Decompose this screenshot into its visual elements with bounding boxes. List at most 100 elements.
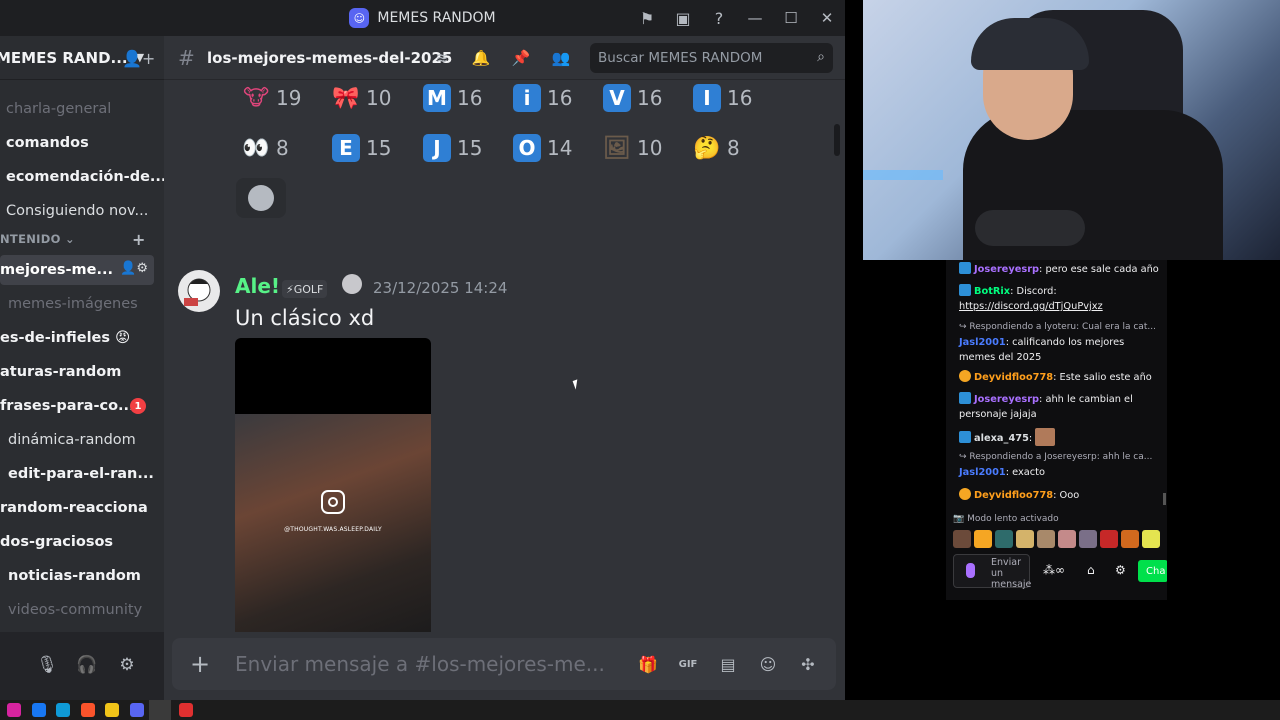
edge-taskbar-icon[interactable] [56, 703, 70, 717]
sidebar-channel[interactable]: es-de-infieles 😡 [0, 323, 156, 353]
emote-icon[interactable] [974, 530, 992, 548]
chat-username[interactable]: Jasl2001 [959, 467, 1006, 478]
chat-reply-context[interactable]: ↪ Respondiendo a Josereyesrp: ahh le ca.… [959, 450, 1159, 465]
emote-icon[interactable] [1037, 530, 1055, 548]
channel-settings-icon[interactable]: 👤⚙ [120, 261, 148, 276]
sidebar-channel[interactable]: aturas-random [0, 357, 156, 387]
emote-icon[interactable] [1016, 530, 1034, 548]
invite-people-icon[interactable]: 👤+ [122, 49, 155, 68]
emote-icon[interactable] [1100, 530, 1118, 548]
reaction-pill[interactable]: O 14 [507, 130, 578, 166]
screen-share-icon[interactable]: ▣ [665, 0, 701, 36]
reaction-pill[interactable]: M 16 [417, 80, 488, 116]
chat-scrollbar[interactable] [1163, 493, 1166, 505]
reaction-pill[interactable]: E 15 [326, 130, 397, 166]
threads-icon[interactable]: ≋ [432, 48, 452, 68]
composer-input[interactable]: Enviar mensaje a #los-mejores-me... [235, 652, 615, 676]
sidebar-channel[interactable]: random-reacciona [0, 493, 156, 523]
add-reaction-icon [248, 185, 274, 211]
flag-icon[interactable]: ⚑ [629, 0, 665, 36]
chat-settings-icon[interactable]: ⚙ [1115, 563, 1126, 577]
create-channel-icon[interactable]: + [132, 230, 146, 249]
emote-icon[interactable] [1121, 530, 1139, 548]
chat-username[interactable]: BotRix [974, 286, 1010, 297]
emote-icon[interactable] [995, 530, 1013, 548]
sidebar-channel[interactable]: Consiguiendo nov... [6, 196, 162, 226]
sidebar-channel[interactable]: edit-para-el-ran... [0, 459, 156, 489]
sidebar-channel[interactable]: dinámica-random [0, 425, 156, 455]
chat-send-button[interactable]: Cha [1138, 560, 1167, 582]
maximize-button[interactable]: ☐ [773, 0, 809, 36]
avatar[interactable] [178, 270, 220, 312]
emote-icon[interactable] [1142, 530, 1160, 548]
sidebar-channel[interactable]: ecomendación-de... [6, 162, 164, 192]
app-taskbar-icon[interactable] [179, 703, 193, 717]
chat-username[interactable]: alexa_475 [974, 433, 1029, 444]
search-input[interactable]: Buscar MEMES RANDOM ⌕ [590, 43, 833, 73]
reaction-pill[interactable]: 🖼 10 [597, 130, 668, 166]
emoji-icon[interactable]: ☺ [757, 653, 779, 675]
sticker-icon[interactable]: ▤ [717, 653, 739, 675]
bits-icon[interactable]: ⁂∞ [1043, 563, 1065, 577]
message-scrollbar[interactable] [834, 124, 840, 156]
minimize-button[interactable]: — [737, 0, 773, 36]
reaction-pill[interactable]: I 16 [687, 80, 758, 116]
chrome-taskbar-icon[interactable] [149, 700, 171, 720]
add-reaction-button[interactable] [236, 178, 286, 218]
server-tag-badge[interactable]: ⚡GOLF [282, 280, 328, 298]
chat-username[interactable]: Deyvidfloo778 [974, 372, 1053, 383]
chat-link[interactable]: https://discord.gg/dTjQuPvjxz [959, 299, 1159, 314]
chat-username[interactable]: Josereyesrp [974, 264, 1039, 275]
attach-plus-icon[interactable]: + [190, 650, 210, 678]
reaction-pill[interactable]: 👀 8 [236, 130, 295, 166]
sidebar-channel[interactable]: frases-para-co... 1 [0, 391, 156, 421]
store-icon[interactable]: ⌂ [1087, 563, 1095, 577]
member-list-icon[interactable]: 👥 [551, 48, 571, 68]
emote-icon[interactable] [1058, 530, 1076, 548]
headphones-icon[interactable]: 🎧 [76, 654, 98, 676]
sidebar-channel[interactable]: comandos [6, 128, 162, 158]
chat-username[interactable]: Deyvidfloo778 [974, 490, 1053, 501]
instagram-taskbar-icon[interactable] [7, 703, 21, 717]
apps-icon[interactable]: ✣ [797, 653, 819, 675]
notification-bell-icon[interactable]: 🔔 [471, 48, 491, 68]
category-header[interactable]: NTENIDO ⌄ + [0, 230, 150, 249]
gift-icon[interactable]: 🎁 [637, 653, 659, 675]
message-composer[interactable]: + Enviar mensaje a #los-mejores-me... 🎁 … [172, 638, 836, 690]
reaction-pill[interactable]: V 16 [597, 80, 668, 116]
help-icon[interactable]: ? [701, 0, 737, 36]
channel-sidebar: MEMES RAND... ▼ 👤+ charla-general comando… [0, 36, 164, 632]
sidebar-channel[interactable]: charla-general [6, 94, 162, 124]
server-icon: ☺ [349, 8, 370, 28]
video-attachment[interactable]: @THOUGHT.WAS.ASLEEP.DAILY [235, 338, 431, 632]
sidebar-channel[interactable]: memes-imágenes [0, 289, 156, 319]
voice-mic-icon[interactable] [966, 563, 975, 578]
facebook-taskbar-icon[interactable] [32, 703, 46, 717]
reaction-pill[interactable]: 🐮 19 [236, 80, 307, 116]
reaction-pill[interactable]: J 15 [417, 130, 488, 166]
chat-username[interactable]: Josereyesrp [974, 394, 1039, 405]
close-button[interactable]: ✕ [809, 0, 845, 36]
emote-icon[interactable] [1079, 530, 1097, 548]
chat-input[interactable]: Enviar un mensaje [953, 554, 1031, 590]
discord-taskbar-icon[interactable] [130, 703, 144, 717]
emote-icon[interactable] [953, 530, 971, 548]
reaction-pill[interactable]: 🎀 10 [326, 80, 397, 116]
reaction-pill[interactable]: 🤔 8 [687, 130, 746, 166]
sidebar-channel[interactable]: mejores-me... 👤⚙ [0, 255, 154, 285]
chat-reply-context[interactable]: ↪ Respondiendo a lyoteru: Cual era la ca… [959, 320, 1159, 335]
brave-taskbar-icon[interactable] [81, 703, 95, 717]
server-header[interactable]: MEMES RAND... ▼ 👤+ [0, 36, 164, 80]
chat-emote-icon [1035, 428, 1056, 446]
sidebar-channel[interactable]: noticias-random [0, 561, 156, 591]
folder-taskbar-icon[interactable] [105, 703, 119, 717]
settings-gear-icon[interactable]: ⚙ [116, 654, 138, 676]
chat-username[interactable]: Jasl2001 [959, 337, 1006, 348]
sidebar-channel[interactable]: dos-graciosos [0, 527, 156, 557]
pin-icon[interactable]: 📌 [511, 48, 531, 68]
gif-icon[interactable]: GIF [677, 653, 699, 675]
sidebar-channel[interactable]: videos-community [0, 595, 156, 625]
message-author[interactable]: Ale! [235, 274, 280, 298]
reaction-pill[interactable]: i 16 [507, 80, 578, 116]
microphone-icon[interactable]: 🎙 [36, 654, 58, 676]
